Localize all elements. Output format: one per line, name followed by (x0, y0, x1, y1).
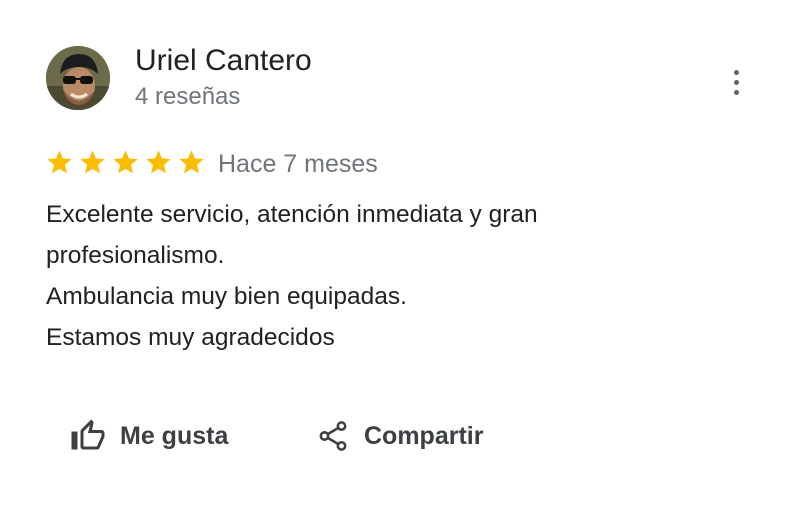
thumb-up-icon (71, 419, 105, 450)
review-card: Uriel Cantero 4 reseñas Hace 7 meses Exc… (0, 0, 798, 512)
author-review-count: 4 reseñas (135, 83, 241, 110)
review-text-line: Ambulancia muy bien equipadas. (46, 283, 407, 310)
star-icon (113, 150, 138, 174)
more-vertical-icon (733, 69, 739, 75)
avatar[interactable] (46, 46, 110, 110)
star-icon (146, 150, 171, 174)
star-icon (47, 150, 72, 174)
review-date: Hace 7 meses (218, 150, 378, 178)
author-name[interactable]: Uriel Cantero (135, 43, 312, 79)
like-label: Me gusta (120, 421, 229, 450)
star-rating (45, 148, 206, 177)
user-photo-icon (46, 46, 110, 110)
review-text: Excelente servicio, atención inmediata y… (46, 194, 746, 358)
review-text-line: profesionalismo. (46, 242, 225, 269)
star-icon (80, 150, 105, 174)
review-text-line: Excelente servicio, atención inmediata y… (46, 201, 538, 228)
star-icon (179, 150, 204, 174)
like-button[interactable]: Me gusta (70, 412, 228, 460)
share-button[interactable]: Compartir (316, 412, 483, 460)
more-options-button[interactable] (722, 62, 750, 102)
share-icon (319, 421, 347, 451)
share-label: Compartir (364, 421, 484, 450)
review-text-line: Estamos muy agradecidos (46, 324, 335, 351)
